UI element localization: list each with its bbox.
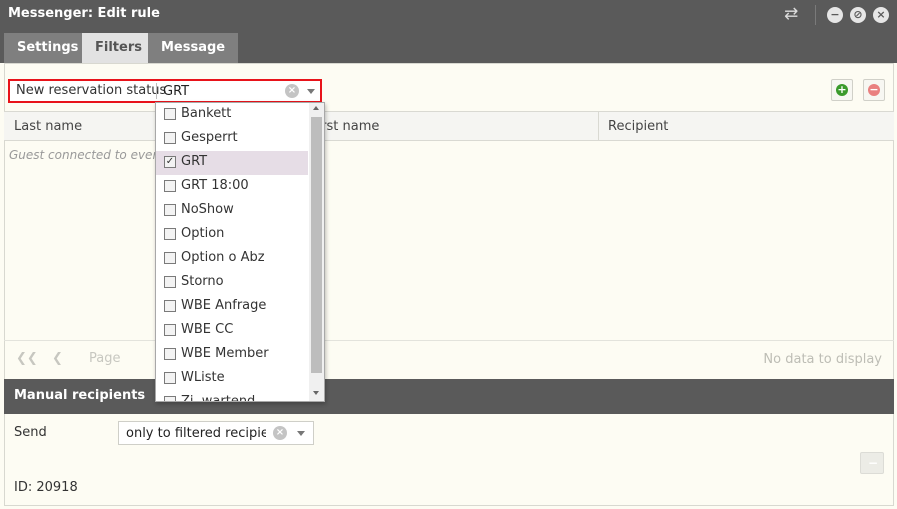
maximize-icon[interactable]: ⊘ xyxy=(850,7,866,23)
pager: ❮❮ ❮ Page No data to display xyxy=(4,340,894,379)
dropdown-option[interactable]: ✓ GRT xyxy=(156,151,308,175)
dropdown-option[interactable]: NoShow xyxy=(156,199,308,223)
dropdown-option-label: Zi. wartend xyxy=(181,394,256,402)
send-label: Send xyxy=(14,425,47,440)
scrollbar-thumb[interactable] xyxy=(311,117,322,373)
filter-label: New reservation status xyxy=(16,83,167,98)
page-label: Page xyxy=(89,351,121,366)
manual-recipients-header: Manual recipients xyxy=(4,379,894,414)
minus-icon: − xyxy=(868,456,879,470)
checkbox-icon[interactable] xyxy=(164,324,176,336)
chevron-down-icon[interactable] xyxy=(297,431,305,436)
grid-header: Last name First name Recipient xyxy=(4,111,894,141)
first-page-icon[interactable]: ❮❮ xyxy=(16,351,38,366)
dropdown-option[interactable]: Storno xyxy=(156,271,308,295)
dropdown-option-label: Option xyxy=(181,226,225,241)
clear-icon[interactable]: × xyxy=(285,84,299,98)
column-recipient[interactable]: Recipient xyxy=(608,119,668,134)
dropdown-option[interactable]: WListe xyxy=(156,367,308,391)
checkbox-icon[interactable] xyxy=(164,300,176,312)
chevron-down-icon[interactable] xyxy=(307,89,315,94)
remove-filter-button[interactable]: − xyxy=(863,79,885,101)
dropdown-option-label: WBE CC xyxy=(181,322,234,337)
grid-empty-row: Guest connected to event xyxy=(9,148,165,162)
checkbox-icon[interactable] xyxy=(164,252,176,264)
section-title: Manual recipients xyxy=(14,388,146,403)
dropdown-option[interactable]: WBE Anfrage xyxy=(156,295,308,319)
dropdown-option-label: Gesperrt xyxy=(181,130,238,145)
send-value: only to filtered recipients xyxy=(126,426,266,441)
column-last-name[interactable]: Last name xyxy=(14,119,82,134)
filter-value[interactable]: GRT xyxy=(163,84,189,99)
swap-icon[interactable]: ⇄ xyxy=(784,4,798,24)
dropdown-option-label: GRT xyxy=(181,154,208,169)
minimize-icon[interactable]: − xyxy=(827,7,843,23)
tab-bar: Settings Filters Message xyxy=(0,30,897,63)
dropdown-option[interactable]: Option xyxy=(156,223,308,247)
minus-icon: − xyxy=(868,83,880,96)
window-title: Messenger: Edit rule xyxy=(8,6,160,21)
filter-divider xyxy=(156,83,157,99)
dropdown-option-label: WListe xyxy=(181,370,225,385)
dropdown-option-label: Bankett xyxy=(181,106,232,121)
dropdown-option[interactable]: Zi. wartend xyxy=(156,391,308,402)
dropdown-option[interactable]: WBE Member xyxy=(156,343,308,367)
dropdown-scrollbar[interactable] xyxy=(309,103,324,401)
tab-message[interactable]: Message xyxy=(148,33,239,63)
add-filter-button[interactable]: + xyxy=(831,79,853,101)
scroll-down-icon[interactable] xyxy=(313,391,319,395)
checkbox-checked-icon[interactable]: ✓ xyxy=(164,156,176,168)
status-dropdown-list[interactable]: Bankett Gesperrt ✓ GRT GRT 18:00 NoShow Option… xyxy=(155,102,325,402)
clear-icon[interactable]: × xyxy=(273,426,287,440)
scroll-up-icon[interactable] xyxy=(313,106,319,110)
dropdown-option[interactable]: WBE CC xyxy=(156,319,308,343)
close-icon[interactable]: × xyxy=(873,7,889,23)
dropdown-option-label: Option o Abz xyxy=(181,250,265,265)
dropdown-option[interactable]: Bankett xyxy=(156,103,308,127)
remove-recipient-button[interactable]: − xyxy=(860,452,884,474)
tab-settings[interactable]: Settings xyxy=(4,33,92,63)
plus-icon: + xyxy=(836,83,848,96)
no-data-text: No data to display xyxy=(763,352,882,367)
checkbox-icon[interactable] xyxy=(164,372,176,384)
dropdown-option-label: NoShow xyxy=(181,202,234,217)
checkbox-icon[interactable] xyxy=(164,204,176,216)
dropdown-option-label: WBE Member xyxy=(181,346,269,361)
reservation-status-filter[interactable]: New reservation status GRT × xyxy=(8,79,322,103)
checkbox-icon[interactable] xyxy=(164,132,176,144)
dropdown-option[interactable]: GRT 18:00 xyxy=(156,175,308,199)
dropdown-option[interactable]: Gesperrt xyxy=(156,127,308,151)
send-select[interactable]: only to filtered recipients × xyxy=(118,421,314,445)
dropdown-option[interactable]: Option o Abz xyxy=(156,247,308,271)
checkbox-icon[interactable] xyxy=(164,276,176,288)
title-bar: Messenger: Edit rule ⇄ − ⊘ × xyxy=(0,0,897,30)
prev-page-icon[interactable]: ❮ xyxy=(52,351,63,366)
dropdown-option-label: Storno xyxy=(181,274,224,289)
checkbox-icon[interactable] xyxy=(164,228,176,240)
checkbox-icon[interactable] xyxy=(164,180,176,192)
checkbox-icon[interactable] xyxy=(164,396,176,401)
checkbox-icon[interactable] xyxy=(164,348,176,360)
dropdown-option-label: WBE Anfrage xyxy=(181,298,267,313)
title-divider xyxy=(815,5,816,25)
dropdown-options: Bankett Gesperrt ✓ GRT GRT 18:00 NoShow Option… xyxy=(156,103,308,402)
checkbox-icon[interactable] xyxy=(164,108,176,120)
tab-filters[interactable]: Filters xyxy=(82,33,155,63)
rule-id: ID: 20918 xyxy=(14,480,78,495)
dropdown-option-label: GRT 18:00 xyxy=(181,178,249,193)
column-divider xyxy=(598,112,599,141)
